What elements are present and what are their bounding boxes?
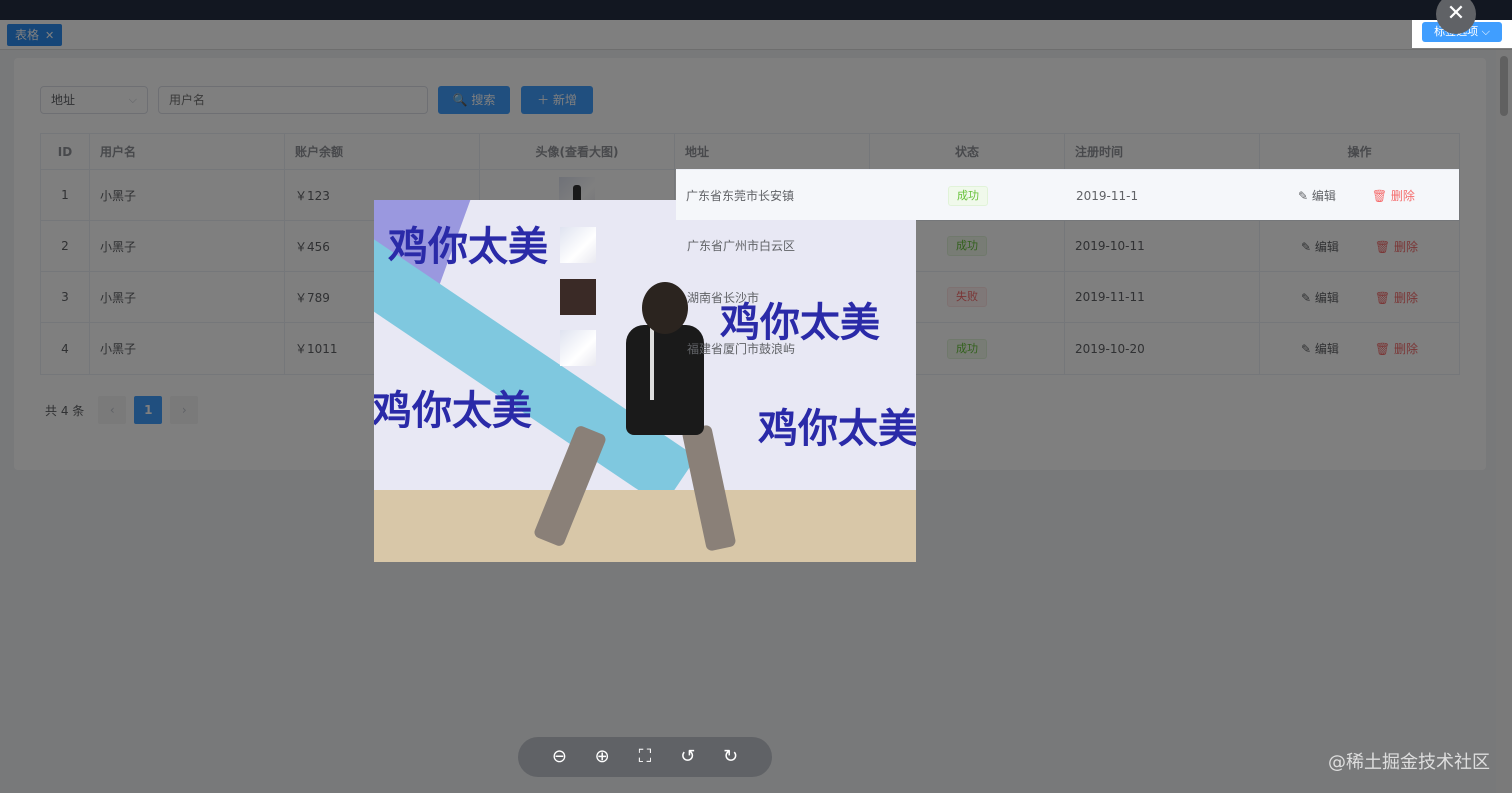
delete-button[interactable]: 🗑 删除 [1372, 187, 1415, 204]
dancer-strap [650, 320, 654, 400]
zoom-out-icon[interactable]: ⊖ [547, 745, 571, 769]
overlay-address: 福建省厦门市鼓浪屿 [687, 342, 796, 356]
viewer-image-text: 鸡你太美 [374, 388, 532, 434]
hover-address: 广东省东莞市长安镇 [686, 189, 795, 203]
watermark: @稀土掘金技术社区 [1328, 752, 1490, 773]
hover-date: 2019-11-1 [1076, 188, 1139, 203]
avatar-thumbnail[interactable] [560, 330, 596, 366]
zoom-in-icon[interactable]: ⊕ [590, 745, 614, 769]
viewer-image-text: 鸡你太美 [388, 224, 548, 270]
viewer-image-text: 鸡你太美 [758, 406, 916, 452]
avatar-thumbnail[interactable] [560, 227, 596, 263]
edit-button[interactable]: ✎ 编辑 [1298, 187, 1336, 204]
hover-actions: ✎ 编辑 🗑 删除 [1298, 170, 1415, 221]
hovered-row-cells: 广东省东莞市长安镇 成功 2019-11-1 ✎ 编辑 🗑 删除 [676, 169, 1459, 220]
fullscreen-icon[interactable]: ⛶ [633, 745, 657, 769]
hover-status: 成功 [948, 170, 988, 221]
dancer-head [642, 282, 688, 334]
avatar-thumbnail[interactable] [560, 279, 596, 315]
image-viewer[interactable]: 鸡你太美 鸡你太美 鸡你太美 鸡你太美 [374, 200, 916, 562]
status-badge: 成功 [948, 185, 988, 206]
rotate-right-icon[interactable]: ↻ [719, 745, 743, 769]
overlay-address: 湖南省长沙市 [687, 291, 760, 305]
viewer-floor [374, 490, 916, 562]
overlay-address: 广东省广州市白云区 [687, 239, 796, 253]
viewer-toolbar: ⊖ ⊕ ⛶ ↺ ↻ [518, 737, 772, 777]
rotate-left-icon[interactable]: ↺ [676, 745, 700, 769]
